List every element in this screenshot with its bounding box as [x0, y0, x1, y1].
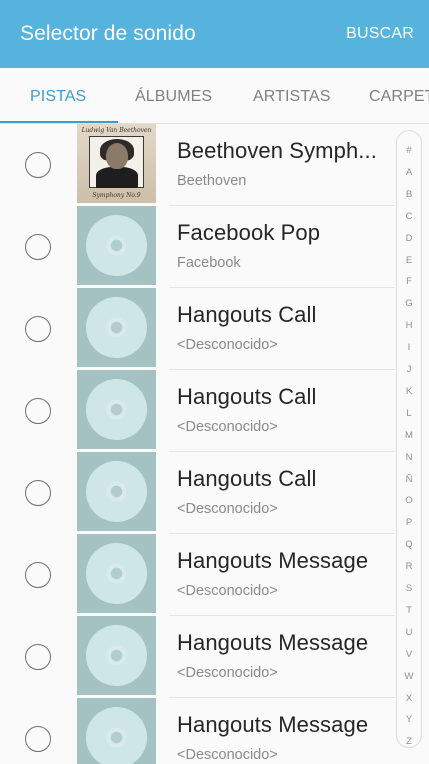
portrait-face — [106, 143, 128, 169]
disc-icon — [86, 379, 147, 440]
index-letter[interactable]: W — [397, 671, 421, 682]
track-title: Beethoven Symph... — [177, 138, 377, 163]
track-artist: <Desconocido> — [177, 583, 278, 599]
radio-button[interactable] — [25, 316, 51, 342]
radio-button[interactable] — [25, 480, 51, 506]
track-title: Hangouts Message — [177, 712, 369, 737]
album-art — [77, 616, 156, 695]
index-letter[interactable]: Y — [397, 714, 421, 725]
index-letter[interactable]: K — [397, 386, 421, 397]
page-title: Selector de sonido — [20, 22, 196, 45]
track-row[interactable]: Hangouts Message <Desconocido> — [0, 698, 429, 764]
track-title: Hangouts Call — [177, 384, 317, 409]
index-letter[interactable]: E — [397, 255, 421, 266]
tab-bar: PISTAS ÁLBUMES ARTISTAS CARPET — [0, 68, 429, 124]
radio-button[interactable] — [25, 234, 51, 260]
track-title: Facebook Pop — [177, 220, 321, 245]
index-letter[interactable]: C — [397, 211, 421, 222]
index-letter[interactable]: X — [397, 693, 421, 704]
radio-button[interactable] — [25, 398, 51, 424]
index-letter[interactable]: D — [397, 233, 421, 244]
track-artist: <Desconocido> — [177, 419, 278, 435]
disc-icon — [86, 625, 147, 686]
disc-icon — [86, 707, 147, 764]
index-letter[interactable]: R — [397, 561, 421, 572]
index-letter[interactable]: # — [397, 145, 421, 156]
index-letter[interactable]: Z — [397, 736, 421, 747]
track-row[interactable]: Hangouts Message <Desconocido> — [0, 534, 429, 616]
album-art: Ludwig Van Beethoven Symphony No.9 — [77, 124, 156, 203]
index-letter[interactable]: G — [397, 298, 421, 309]
portrait-coat — [96, 167, 138, 188]
album-art — [77, 288, 156, 367]
index-letter[interactable]: O — [397, 495, 421, 506]
track-title: Hangouts Call — [177, 466, 317, 491]
index-letter[interactable]: V — [397, 649, 421, 660]
disc-icon — [86, 215, 147, 276]
disc-icon — [86, 297, 147, 358]
index-letter[interactable]: A — [397, 167, 421, 178]
alphabet-index-scrollbar[interactable]: # A B C D E F G H I J K L M N Ñ O P Q R S T U V W X Y Z — [396, 130, 422, 748]
album-art — [77, 534, 156, 613]
tab-pistas[interactable]: PISTAS — [30, 88, 86, 106]
track-title: Hangouts Message — [177, 548, 369, 573]
track-artist: Beethoven — [177, 173, 247, 189]
index-letter[interactable]: F — [397, 276, 421, 287]
track-artist: <Desconocido> — [177, 665, 278, 681]
tab-albumes[interactable]: ÁLBUMES — [135, 88, 212, 106]
index-letter[interactable]: M — [397, 430, 421, 441]
disc-icon — [86, 461, 147, 522]
index-letter[interactable]: N — [397, 452, 421, 463]
tab-carpetas[interactable]: CARPET — [369, 88, 429, 106]
tab-artistas[interactable]: ARTISTAS — [253, 88, 331, 106]
album-art — [77, 698, 156, 764]
app-bar: Selector de sonido BUSCAR — [0, 0, 429, 68]
portrait-frame — [89, 136, 144, 188]
track-title: Hangouts Call — [177, 302, 317, 327]
index-letter[interactable]: B — [397, 189, 421, 200]
album-art — [77, 206, 156, 285]
track-artist: <Desconocido> — [177, 747, 278, 763]
track-row[interactable]: Ludwig Van Beethoven Symphony No.9 Beethov… — [0, 124, 429, 206]
disc-icon — [86, 543, 147, 604]
track-artist: Facebook — [177, 255, 241, 271]
track-list: Ludwig Van Beethoven Symphony No.9 Beethov… — [0, 124, 429, 764]
index-letter[interactable]: Q — [397, 539, 421, 550]
art-caption-bottom: Symphony No.9 — [92, 192, 141, 199]
search-button[interactable]: BUSCAR — [346, 25, 414, 43]
track-artist: <Desconocido> — [177, 501, 278, 517]
album-art — [77, 452, 156, 531]
radio-button[interactable] — [25, 562, 51, 588]
index-letter[interactable]: Ñ — [397, 474, 421, 485]
beethoven-portrait-image: Ludwig Van Beethoven Symphony No.9 — [77, 124, 156, 203]
track-row[interactable]: Hangouts Message <Desconocido> — [0, 616, 429, 698]
track-artist: <Desconocido> — [177, 337, 278, 353]
art-caption-top: Ludwig Van Beethoven — [81, 127, 152, 134]
index-letter[interactable]: L — [397, 408, 421, 419]
index-letter[interactable]: U — [397, 627, 421, 638]
track-row[interactable]: Hangouts Call <Desconocido> — [0, 288, 429, 370]
track-title: Hangouts Message — [177, 630, 369, 655]
index-letter[interactable]: J — [397, 364, 421, 375]
album-art — [77, 370, 156, 449]
index-letter[interactable]: H — [397, 320, 421, 331]
index-letter[interactable]: S — [397, 583, 421, 594]
radio-button[interactable] — [25, 726, 51, 752]
track-row[interactable]: Hangouts Call <Desconocido> — [0, 452, 429, 534]
track-row[interactable]: Facebook Pop Facebook — [0, 206, 429, 288]
index-letter[interactable]: T — [397, 605, 421, 616]
radio-button[interactable] — [25, 152, 51, 178]
index-letter[interactable]: P — [397, 517, 421, 528]
index-letter[interactable]: I — [397, 342, 421, 353]
radio-button[interactable] — [25, 644, 51, 670]
track-row[interactable]: Hangouts Call <Desconocido> — [0, 370, 429, 452]
